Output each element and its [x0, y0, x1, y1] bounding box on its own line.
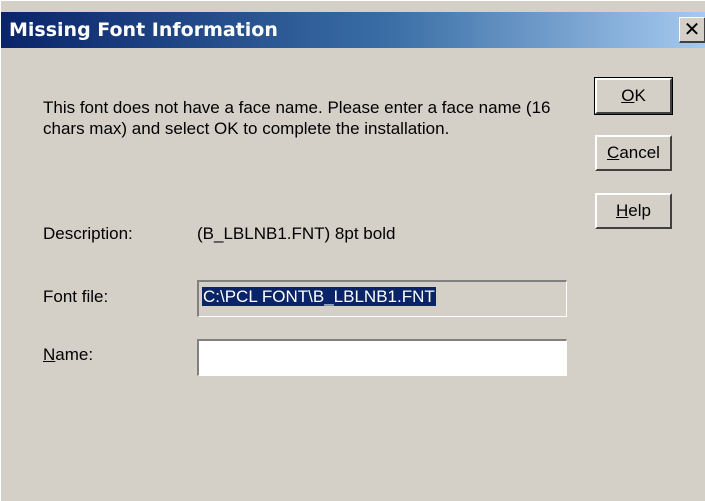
- ok-button-label: K: [634, 86, 646, 105]
- ok-button[interactable]: OK: [594, 77, 673, 115]
- cancel-button-label: ancel: [619, 143, 660, 162]
- ok-button-mnemonic: O: [621, 86, 635, 105]
- title-bar[interactable]: Missing Font Information ✕: [1, 12, 705, 48]
- cancel-button[interactable]: Cancel: [595, 135, 672, 171]
- font-file-label: Font file:: [43, 287, 109, 306]
- font-file-field[interactable]: C:\PCL FONT\B_LBLNB1.FNT: [197, 280, 567, 317]
- description-value: (B_LBLNB1.FNT) 8pt bold: [197, 224, 396, 243]
- help-button-mnemonic: H: [616, 201, 629, 220]
- missing-font-dialog: Missing Font Information ✕ This font doe…: [0, 0, 705, 501]
- dialog-title: Missing Font Information: [9, 19, 278, 41]
- help-button-label: elp: [628, 201, 651, 220]
- cancel-button-mnemonic: C: [607, 143, 620, 162]
- name-label-mnemonic: N: [43, 345, 56, 364]
- name-input[interactable]: [197, 339, 567, 376]
- description-label: Description:: [43, 224, 133, 243]
- help-button[interactable]: Help: [595, 193, 672, 229]
- close-button[interactable]: ✕: [679, 17, 705, 43]
- font-file-value: C:\PCL FONT\B_LBLNB1.FNT: [202, 287, 436, 306]
- name-label: Name:: [43, 345, 93, 365]
- name-label-text: ame:: [55, 345, 94, 364]
- instruction-message: This font does not have a face name. Ple…: [43, 98, 551, 138]
- close-icon: ✕: [683, 17, 701, 41]
